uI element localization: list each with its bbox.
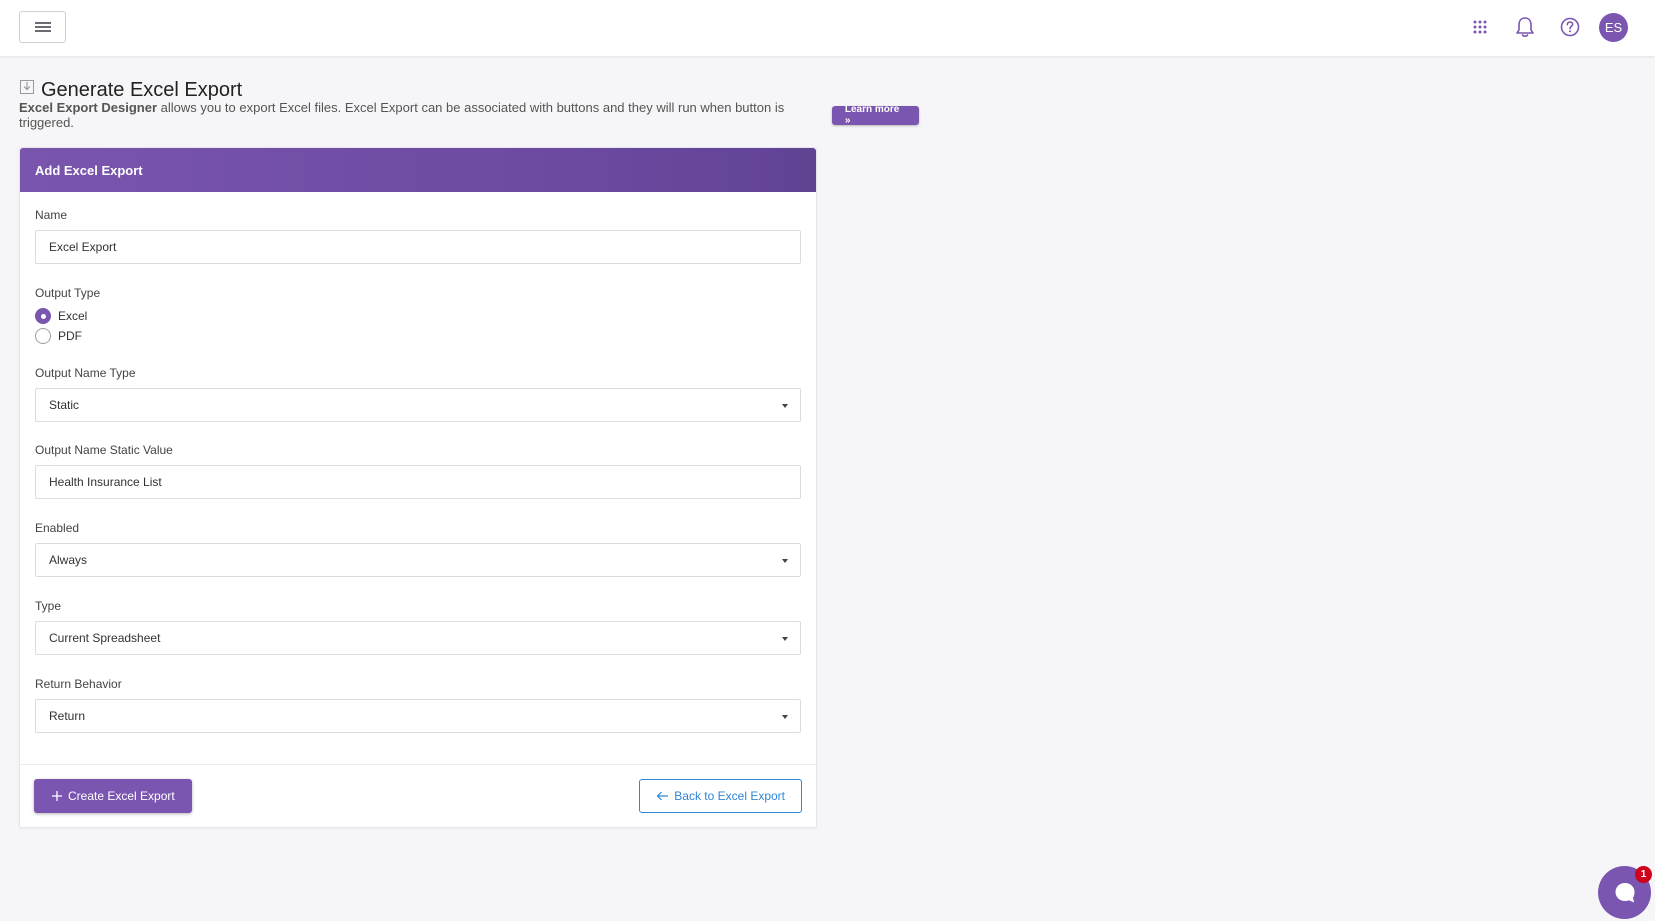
menu-icon — [34, 22, 51, 32]
output-type-radio-group: Excel PDF — [35, 306, 801, 346]
output-name-static-input[interactable]: Health Insurance List — [35, 465, 801, 499]
chat-icon — [1615, 882, 1634, 902]
type-select[interactable]: Current Spreadsheet — [35, 621, 801, 655]
plus-icon — [52, 791, 62, 801]
chat-notification-badge: 1 — [1635, 866, 1652, 883]
output-type-option-pdf[interactable]: PDF — [35, 326, 801, 346]
form-body: Name Excel Export Output Type Excel PDF … — [20, 192, 816, 765]
add-excel-export-card: Add Excel Export Name Excel Export Outpu… — [19, 147, 817, 828]
create-excel-export-button[interactable]: Create Excel Export — [34, 779, 192, 813]
radio-unselected-icon[interactable] — [35, 328, 51, 344]
enabled-label: Enabled — [35, 521, 80, 535]
return-behavior-value: Return — [49, 709, 86, 723]
enabled-value: Always — [49, 553, 88, 567]
radio-label: PDF — [58, 329, 82, 343]
type-value: Current Spreadsheet — [49, 631, 161, 645]
user-avatar[interactable]: ES — [1599, 13, 1628, 42]
name-input[interactable]: Excel Export — [35, 230, 801, 264]
bell-icon[interactable] — [1512, 14, 1538, 40]
chevron-down-icon — [782, 715, 788, 719]
learn-more-button[interactable]: Learn more » — [831, 104, 919, 126]
enabled-select[interactable]: Always — [35, 543, 801, 577]
menu-toggle-button[interactable] — [19, 11, 66, 43]
return-behavior-select[interactable]: Return — [35, 699, 801, 733]
chevron-down-icon — [782, 404, 788, 408]
back-to-excel-export-button[interactable]: Back to Excel Export — [639, 779, 802, 813]
description-bold: Excel Export Designer — [19, 100, 157, 115]
return-behavior-label: Return Behavior — [35, 677, 122, 691]
arrow-left-icon — [656, 791, 669, 801]
card-title: Add Excel Export — [20, 148, 816, 192]
back-button-label: Back to Excel Export — [674, 789, 785, 803]
name-value: Excel Export — [49, 240, 117, 254]
type-label: Type — [35, 599, 62, 613]
page-title: Generate Excel Export — [41, 78, 243, 101]
download-file-icon — [19, 78, 35, 96]
top-bar: ES — [0, 0, 1655, 56]
chevron-down-icon — [782, 637, 788, 641]
apps-grid-icon[interactable] — [1467, 14, 1493, 40]
output-type-label: Output Type — [35, 286, 101, 300]
chevron-down-icon — [782, 559, 788, 563]
output-name-static-label: Output Name Static Value — [35, 443, 173, 457]
output-name-type-value: Static — [49, 398, 80, 412]
output-name-static-value: Health Insurance List — [49, 475, 162, 489]
radio-selected-icon[interactable] — [35, 308, 51, 324]
output-name-type-select[interactable]: Static — [35, 388, 801, 422]
help-icon[interactable] — [1557, 14, 1583, 40]
radio-label: Excel — [58, 309, 88, 323]
page-description: Excel Export Designer allows you to expo… — [19, 100, 919, 130]
page-header: Generate Excel Export Excel Export Desig… — [19, 78, 919, 130]
output-name-type-label: Output Name Type — [35, 366, 136, 380]
name-label: Name — [35, 208, 68, 222]
create-button-label: Create Excel Export — [68, 789, 175, 803]
output-type-option-excel[interactable]: Excel — [35, 306, 801, 326]
form-footer: Create Excel Export Back to Excel Export — [20, 765, 816, 828]
